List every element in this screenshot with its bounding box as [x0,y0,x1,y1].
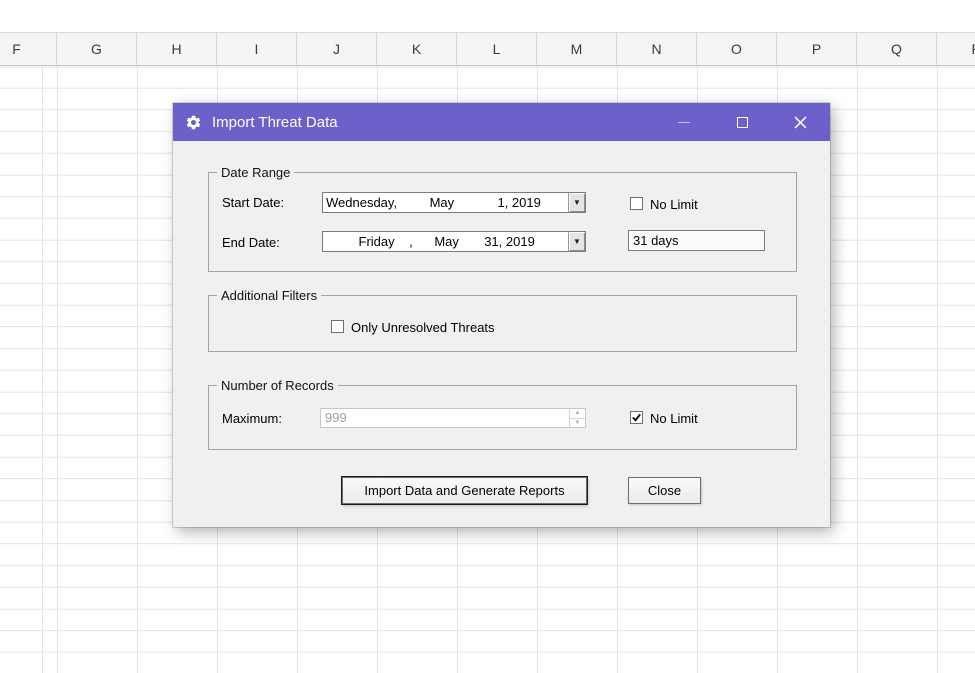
maximum-label: Maximum: [222,411,282,426]
excel-column-header[interactable]: J [297,33,377,65]
additional-filters-group: Additional Filters [208,288,797,352]
start-date-value: Wednesday, May 1, 2019 [326,195,541,210]
import-data-button[interactable]: Import Data and Generate Reports [342,477,587,504]
maximize-icon [736,116,748,128]
maximum-value: 999 [325,410,347,425]
excel-column-header[interactable]: H [137,33,217,65]
only-unresolved-threats-checkbox[interactable] [331,320,344,333]
dialog-body: Date Range Start Date: Wednesday, May 1,… [173,141,830,527]
excel-top-bar [0,0,975,33]
excel-column-headers: F G H I J K L M N O P Q R [0,33,975,66]
number-of-records-group-label: Number of Records [217,378,338,393]
excel-column-header[interactable]: N [617,33,697,65]
screen: F G H I J K L M N O P Q R Import Threat … [0,0,975,673]
end-date-label: End Date: [222,235,280,250]
minimize-icon [678,121,690,123]
excel-column-header[interactable]: Q [857,33,937,65]
additional-filters-group-label: Additional Filters [217,288,322,303]
start-date-label: Start Date: [222,195,285,210]
minimize-button[interactable] [669,107,699,137]
date-no-limit-label[interactable]: No Limit [650,197,698,212]
excel-column-header[interactable]: G [57,33,137,65]
start-date-combobox[interactable]: Wednesday, May 1, 2019 ▼ [322,192,586,213]
only-unresolved-threats-label[interactable]: Only Unresolved Threats [351,320,495,335]
close-button[interactable] [785,107,815,137]
dialog-titlebar[interactable]: Import Threat Data [173,103,830,141]
excel-column-header[interactable]: R [937,33,975,65]
import-threat-data-dialog: Import Threat Data Date Range Start Date… [173,103,830,527]
date-range-group-label: Date Range [217,165,295,180]
excel-column-header[interactable]: F [0,33,57,65]
date-range-group: Date Range [208,165,797,272]
excel-column-header[interactable]: K [377,33,457,65]
checkmark-icon [632,413,641,422]
excel-column-header[interactable]: M [537,33,617,65]
excel-column-header[interactable]: L [457,33,537,65]
close-icon [794,116,806,128]
end-date-combobox[interactable]: Friday , May 31, 2019 ▼ [322,231,586,252]
spin-down-icon[interactable]: ▼ [570,419,585,428]
excel-column-header[interactable]: I [217,33,297,65]
window-controls [669,103,815,141]
gear-icon [185,113,203,131]
spinner-buttons: ▲ ▼ [569,409,585,427]
close-dialog-button[interactable]: Close [628,477,701,504]
dialog-title: Import Threat Data [212,113,338,131]
records-no-limit-label[interactable]: No Limit [650,411,698,426]
spin-up-icon[interactable]: ▲ [570,409,585,419]
chevron-down-icon[interactable]: ▼ [568,232,585,251]
chevron-down-icon[interactable]: ▼ [568,193,585,212]
excel-column-header[interactable]: P [777,33,857,65]
maximum-spinner[interactable]: 999 ▲ ▼ [320,408,586,428]
maximize-button[interactable] [727,107,757,137]
duration-textbox[interactable]: 31 days [628,230,765,251]
end-date-value: Friday , May 31, 2019 [326,234,535,249]
records-no-limit-checkbox[interactable] [630,411,643,424]
date-no-limit-checkbox[interactable] [630,197,643,210]
excel-column-header[interactable]: O [697,33,777,65]
